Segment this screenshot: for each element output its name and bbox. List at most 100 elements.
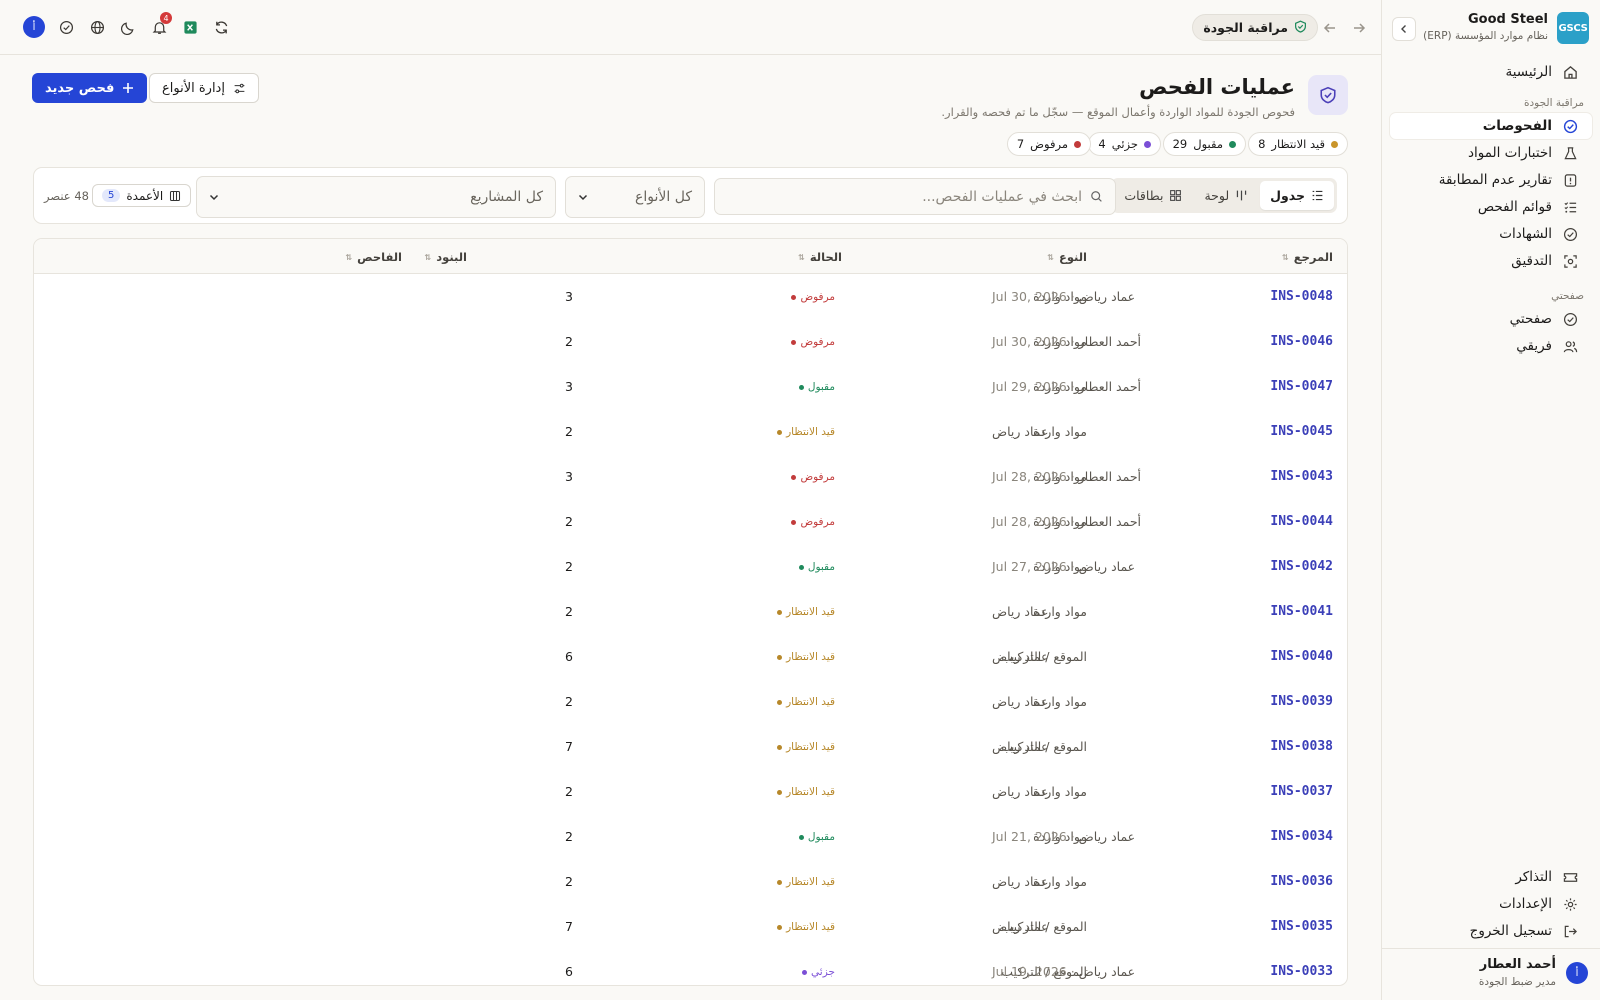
header-ref[interactable]: المرجع ⇅: [1282, 250, 1333, 264]
sidebar-item-inspections[interactable]: الفحوصات: [1390, 113, 1592, 139]
inspection-ref-link[interactable]: INS-0038: [1270, 739, 1333, 754]
sidebar-item-checklists[interactable]: قوائم الفحص: [1390, 194, 1592, 220]
header-status[interactable]: الحالة ⇅: [798, 250, 842, 264]
new-inspection-button[interactable]: فحص جديد: [32, 73, 148, 103]
inspector-name: عماد رياض: [992, 919, 1049, 934]
header-inspector[interactable]: الفاحص ⇅: [345, 250, 402, 264]
status-label: قيد الانتظار: [786, 696, 835, 708]
project-filter-select[interactable]: كل المشاريع: [196, 176, 556, 218]
items-count-cell: 2: [565, 604, 573, 619]
inspection-ref-link[interactable]: INS-0039: [1270, 694, 1333, 709]
table-row[interactable]: INS-0038 الموقع / التركيب قيد الانتظار 7 عما…: [34, 724, 1347, 770]
avatar[interactable]: أ: [1566, 962, 1588, 984]
table-row[interactable]: INS-0040 الموقع / التركيب قيد الانتظار 6 عما…: [34, 634, 1347, 680]
back-button[interactable]: [1319, 17, 1341, 39]
sidebar-item-audit[interactable]: التدقيق: [1390, 248, 1592, 274]
table-row[interactable]: INS-0036 مواد واردة قيد الانتظار 2 عماد رياض: [34, 859, 1347, 905]
items-count-cell: 2: [565, 334, 573, 349]
stat-pending[interactable]: قيد الانتظار 8: [1248, 132, 1348, 156]
search-input[interactable]: [727, 188, 1082, 205]
columns-button[interactable]: الأعمدة 5: [92, 184, 192, 207]
view-table-button[interactable]: جدول: [1260, 181, 1334, 210]
inspection-ref-link[interactable]: INS-0037: [1270, 784, 1333, 799]
refresh-icon: [215, 20, 227, 34]
manage-types-button[interactable]: إدارة الأنواع: [149, 73, 259, 103]
table-row[interactable]: INS-0044 مواد واردة مرفوض 2 أحمد العطار · Ju…: [34, 499, 1347, 545]
type-filter-select[interactable]: كل الأنواع: [565, 176, 705, 218]
inspection-ref-link[interactable]: INS-0043: [1270, 469, 1333, 484]
table-row[interactable]: INS-0047 مواد واردة مقبول 3 أحمد العطار · Ju…: [34, 364, 1347, 410]
spreadsheet-button[interactable]: [180, 17, 200, 37]
table-row[interactable]: INS-0041 مواد واردة قيد الانتظار 2 عماد رياض: [34, 589, 1347, 635]
items-count-cell: 3: [565, 379, 573, 394]
inspector-name: عماد رياض: [992, 649, 1049, 664]
table-row[interactable]: INS-0035 الموقع / التركيب قيد الانتظار 7 عما…: [34, 904, 1347, 950]
table-row[interactable]: INS-0039 مواد واردة قيد الانتظار 2 عماد رياض: [34, 679, 1347, 725]
view-board-button[interactable]: لوحة: [1194, 181, 1258, 210]
refresh-button[interactable]: [211, 17, 231, 37]
avatar[interactable]: أ: [23, 16, 45, 38]
sidebar-item-home[interactable]: الرئيسية: [1390, 59, 1592, 85]
inspector-name: أحمد العطار: [1078, 379, 1142, 394]
logout-icon: [1562, 923, 1578, 939]
status-badge: قيد الانتظار: [777, 696, 835, 708]
separator: ·: [1066, 289, 1079, 304]
theme-toggle-button[interactable]: [118, 17, 138, 37]
table-row[interactable]: INS-0046 مواد واردة مرفوض 2 أحمد العطار · Ju…: [34, 319, 1347, 365]
inspection-ref-link[interactable]: INS-0035: [1270, 919, 1333, 934]
stat-partial[interactable]: جزئي 4: [1088, 132, 1161, 156]
view-cards-button[interactable]: بطاقات: [1114, 181, 1192, 210]
inspection-ref-link[interactable]: INS-0033: [1270, 964, 1333, 979]
check-circle-icon: [1562, 118, 1578, 134]
inspector-cell: عماد رياض · Jul 27, 2026: [992, 559, 1135, 574]
inspection-ref-link[interactable]: INS-0045: [1270, 424, 1333, 439]
sidebar: GSCS Good Steel نظام موارد المؤسسة (ERP)…: [1381, 0, 1600, 1000]
forward-button[interactable]: [1348, 17, 1370, 39]
inspection-ref-link[interactable]: INS-0044: [1270, 514, 1333, 529]
sidebar-item-my-team[interactable]: فريقي: [1390, 333, 1592, 359]
collapse-sidebar-button[interactable]: [1392, 17, 1416, 41]
inspection-ref-link[interactable]: INS-0047: [1270, 379, 1333, 394]
inspection-ref-link[interactable]: INS-0042: [1270, 559, 1333, 574]
module-badge[interactable]: مراقبة الجودة: [1192, 14, 1318, 41]
stat-accepted[interactable]: مقبول 29: [1162, 132, 1246, 156]
table-row[interactable]: INS-0042 مواد واردة مقبول 2 عماد رياض · Jul …: [34, 544, 1347, 590]
notifications-button[interactable]: 4: [149, 12, 172, 37]
inspection-ref-link[interactable]: INS-0046: [1270, 334, 1333, 349]
sort-icon: ⇅: [424, 252, 432, 262]
inspection-ref-link[interactable]: INS-0041: [1270, 604, 1333, 619]
language-button[interactable]: [87, 17, 107, 37]
inspection-ref-link[interactable]: INS-0048: [1270, 289, 1333, 304]
table-row[interactable]: INS-0043 مواد واردة مرفوض 3 أحمد العطار · Ju…: [34, 454, 1347, 500]
tasks-button[interactable]: [56, 17, 76, 37]
table-row[interactable]: INS-0045 مواد واردة قيد الانتظار 2 عماد رياض: [34, 409, 1347, 455]
header-label: الفاحص: [357, 250, 402, 264]
items-count: 48 عنصر: [44, 189, 89, 203]
stat-rejected[interactable]: مرفوض 7: [1006, 132, 1091, 156]
table-row[interactable]: INS-0037 مواد واردة قيد الانتظار 2 عماد رياض: [34, 769, 1347, 815]
new-inspection-label: فحص جديد: [45, 80, 115, 96]
sidebar-item-settings[interactable]: الإعدادات: [1390, 891, 1592, 917]
sidebar-item-tickets[interactable]: التذاكر: [1390, 864, 1592, 890]
sidebar-item-label: فريقي: [1516, 338, 1552, 354]
inspection-ref-link[interactable]: INS-0040: [1270, 649, 1333, 664]
header-items[interactable]: البنود ⇅: [425, 250, 467, 264]
sidebar-item-logout[interactable]: تسجيل الخروج: [1390, 918, 1592, 944]
view-label: لوحة: [1204, 188, 1230, 203]
separator: ·: [1066, 469, 1079, 484]
sidebar-item-my-page[interactable]: صفحتي: [1390, 306, 1592, 332]
sidebar-item-material-tests[interactable]: اختبارات المواد: [1390, 140, 1592, 166]
header-type[interactable]: النوع ⇅: [1047, 250, 1087, 264]
inspection-ref-link[interactable]: INS-0036: [1270, 874, 1333, 889]
header-label: النوع: [1058, 250, 1087, 264]
status-badge: قيد الانتظار: [777, 426, 835, 438]
status-label: جزئي: [811, 966, 835, 978]
table-row[interactable]: INS-0048 مواد واردة مرفوض 3 عماد رياض · Jul …: [34, 274, 1347, 320]
table-row[interactable]: INS-0034 مواد واردة مقبول 2 عماد رياض · Jul …: [34, 814, 1347, 860]
table-row[interactable]: INS-0033 الموقع / التركيب جزئي 6 عماد رياض ·…: [34, 949, 1347, 985]
inspection-ref-link[interactable]: INS-0034: [1270, 829, 1333, 844]
plus-icon: [123, 83, 134, 93]
inspection-date: Jul 30, 2026: [992, 334, 1067, 349]
sidebar-item-ncr[interactable]: تقارير عدم المطابقة: [1390, 167, 1592, 193]
sidebar-item-certificates[interactable]: الشهادات: [1390, 221, 1592, 247]
